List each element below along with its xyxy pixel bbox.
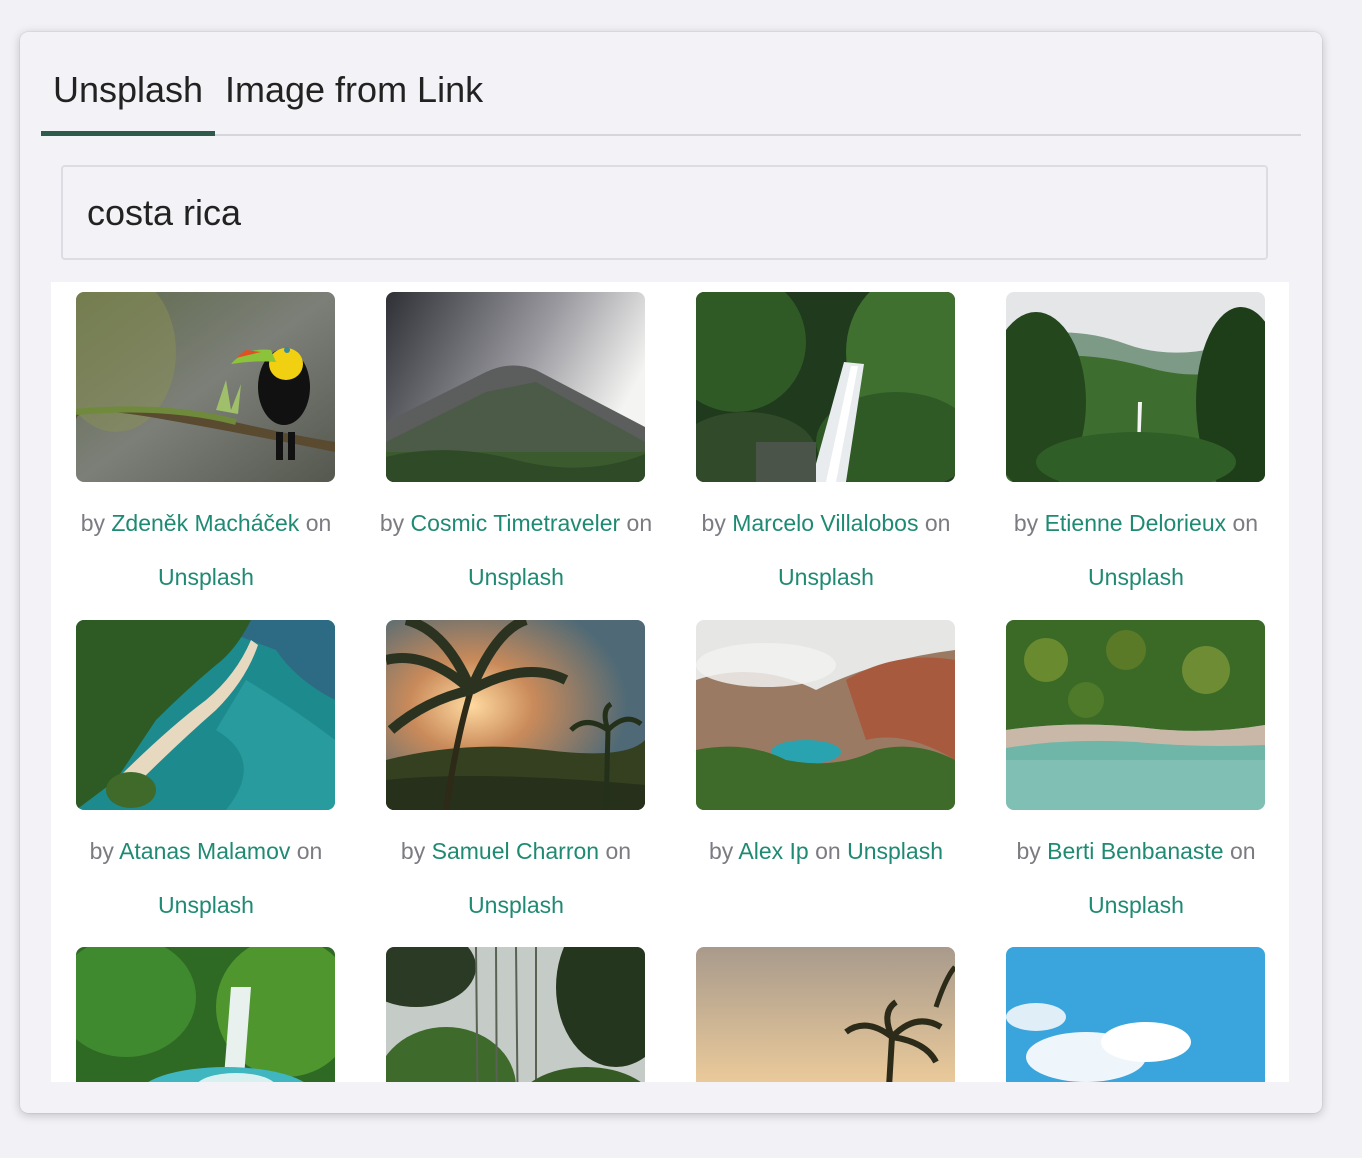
valley-image (1006, 292, 1265, 482)
photo-thumbnail[interactable] (696, 947, 955, 1082)
unsplash-link[interactable]: Unsplash (847, 838, 943, 864)
credit-by: by (1016, 838, 1041, 864)
toucan-image (76, 292, 335, 482)
author-link[interactable]: Etienne Delorieux (1045, 510, 1227, 536)
author-link[interactable]: Atanas Malamov (119, 838, 290, 864)
unsplash-link[interactable]: Unsplash (1088, 892, 1184, 918)
photo-thumbnail[interactable] (386, 620, 645, 810)
unsplash-link[interactable]: Unsplash (1088, 564, 1184, 590)
credit-on: on (605, 838, 632, 864)
credit-by: by (80, 510, 105, 536)
unsplash-link[interactable]: Unsplash (158, 564, 254, 590)
tab-image-from-link[interactable]: Image from Link (225, 62, 483, 134)
credit-by: by (1013, 510, 1039, 536)
credit-by: by (701, 510, 726, 536)
photo-thumbnail[interactable] (1006, 292, 1265, 482)
photo-thumbnail[interactable] (76, 947, 335, 1082)
unsplash-link[interactable]: Unsplash (778, 564, 874, 590)
photo-thumbnail[interactable] (1006, 620, 1265, 810)
credit-on: on (924, 510, 951, 536)
image-picker-dialog: Unsplash Image from Link costa rica by Z… (20, 32, 1322, 1113)
author-link[interactable]: Zdeněk Macháček (111, 510, 299, 536)
photo-credit: by Samuel Charron on Unsplash (361, 824, 671, 932)
palm-dusk-image (696, 947, 955, 1082)
credit-on: on (296, 838, 323, 864)
credit-by: by (89, 838, 114, 864)
credit-on: on (1229, 838, 1256, 864)
aerial-beach-image (76, 620, 335, 810)
credit-by: by (379, 510, 405, 536)
results-grid[interactable]: by Zdeněk Macháček on Unsplash by Cosmic… (51, 282, 1289, 1082)
author-link[interactable]: Cosmic Timetraveler (411, 510, 621, 536)
credit-on: on (305, 510, 332, 536)
volcano-image (386, 292, 645, 482)
credit-by: by (708, 838, 734, 864)
photo-thumbnail[interactable] (76, 620, 335, 810)
author-link[interactable]: Marcelo Villalobos (732, 510, 918, 536)
author-link[interactable]: Samuel Charron (432, 838, 599, 864)
palm-sunset-image (386, 620, 645, 810)
unsplash-link[interactable]: Unsplash (468, 564, 564, 590)
photo-thumbnail[interactable] (696, 620, 955, 810)
search-input[interactable] (63, 167, 1266, 258)
photo-credit: by Zdeněk Macháček on Unsplash (51, 496, 361, 604)
author-link[interactable]: Berti Benbanaste (1047, 838, 1223, 864)
blue-sky-image (1006, 947, 1265, 1082)
photo-thumbnail[interactable] (386, 292, 645, 482)
credit-by: by (400, 838, 426, 864)
search-box (61, 165, 1268, 260)
turquoise-waterfall-image (76, 947, 335, 1082)
photo-thumbnail[interactable] (1006, 947, 1265, 1082)
waterfall-image (696, 292, 955, 482)
credit-on: on (1232, 510, 1259, 536)
tab-unsplash[interactable]: Unsplash (41, 62, 215, 136)
photo-credit: by Alex Ip on Unsplash (671, 824, 981, 878)
forest-vines-image (386, 947, 645, 1082)
photo-thumbnail[interactable] (386, 947, 645, 1082)
source-tabs: Unsplash Image from Link (41, 62, 1301, 136)
photo-credit: by Atanas Malamov on Unsplash (51, 824, 361, 932)
photo-credit: by Marcelo Villalobos on Unsplash (671, 496, 981, 604)
unsplash-link[interactable]: Unsplash (158, 892, 254, 918)
credit-on: on (626, 510, 653, 536)
photo-thumbnail[interactable] (76, 292, 335, 482)
photo-credit: by Cosmic Timetraveler on Unsplash (361, 496, 671, 604)
unsplash-link[interactable]: Unsplash (468, 892, 564, 918)
credit-on: on (815, 838, 841, 864)
photo-thumbnail[interactable] (696, 292, 955, 482)
aerial-coast-image (1006, 620, 1265, 810)
author-link[interactable]: Alex Ip (738, 838, 808, 864)
photo-credit: by Etienne Delorieux on Unsplash (981, 496, 1289, 604)
crater-lake-image (696, 620, 955, 810)
photo-credit: by Berti Benbanaste on Unsplash (981, 824, 1289, 932)
